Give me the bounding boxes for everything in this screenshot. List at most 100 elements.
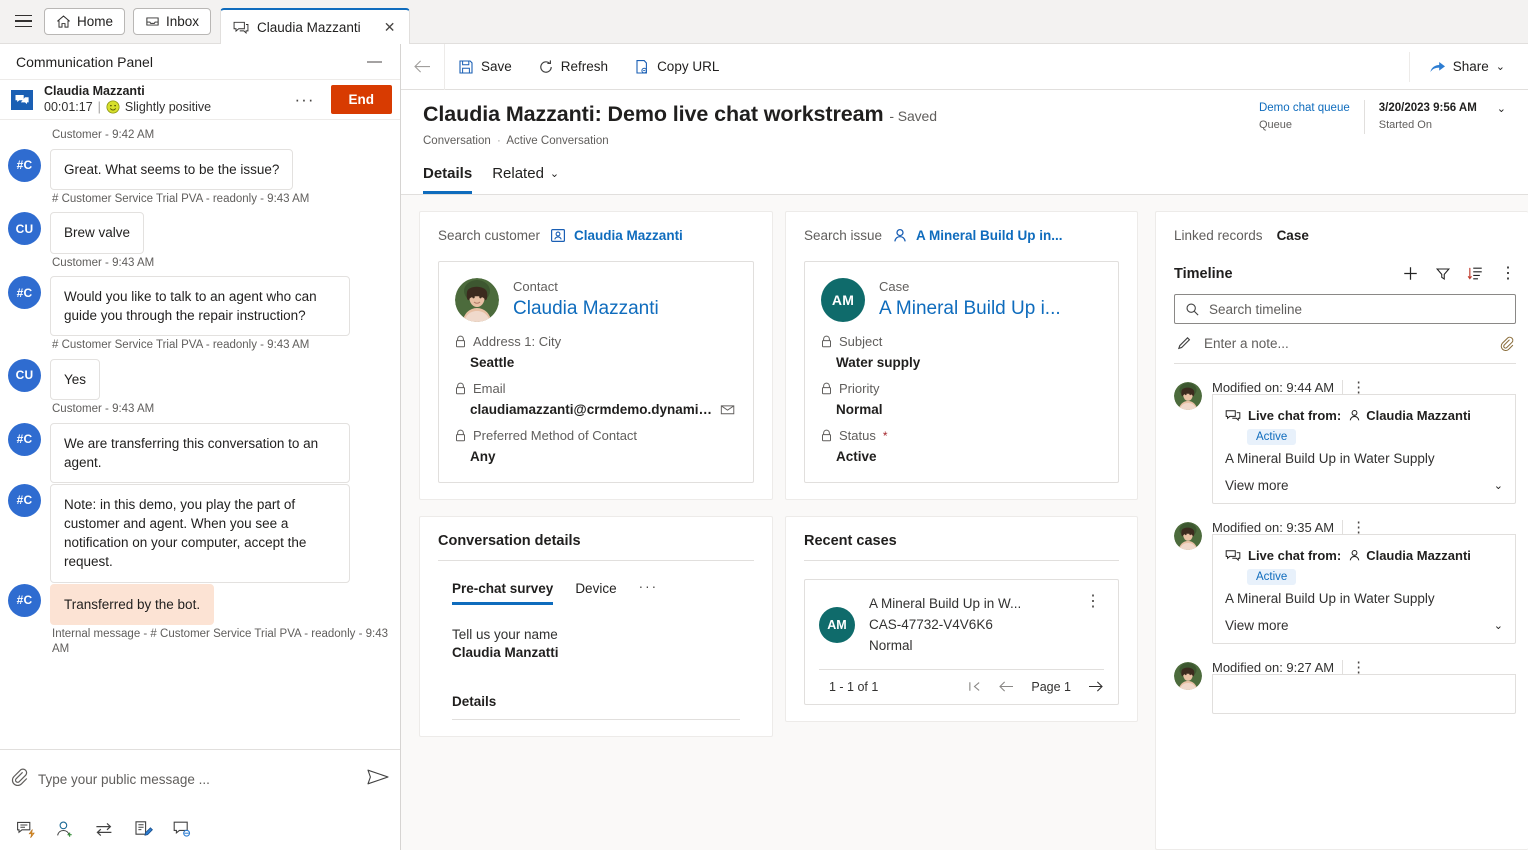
- timeline-header: Timeline ⋮: [1174, 265, 1516, 282]
- tab-pre-chat-survey[interactable]: Pre-chat survey: [452, 581, 554, 605]
- close-icon[interactable]: ✕: [379, 16, 401, 38]
- consult-icon[interactable]: [172, 820, 192, 838]
- message-bubble: Note: in this demo, you play the part of…: [50, 483, 350, 583]
- send-icon[interactable]: [366, 767, 390, 792]
- more-commands-icon[interactable]: ⋮: [1500, 265, 1516, 282]
- copy-url-label: Copy URL: [657, 59, 720, 74]
- field-label-text: Priority: [839, 381, 880, 396]
- field-status-label: Status *: [821, 428, 1102, 443]
- message-timestamp: Customer - 9:42 AM: [52, 129, 155, 142]
- hamburger-icon[interactable]: [6, 0, 40, 43]
- contact-name-link[interactable]: Claudia Mazzanti: [513, 297, 659, 321]
- field-preferred-contact-value: Any: [470, 449, 496, 464]
- person-icon: [1348, 549, 1361, 562]
- view-more-button[interactable]: View more ⌄: [1225, 478, 1503, 493]
- share-button[interactable]: Share ⌄: [1416, 44, 1518, 90]
- timeline-panel: Linked records Case Timeline ⋮ Search ti…: [1155, 211, 1528, 850]
- email-icon[interactable]: [720, 403, 737, 417]
- recent-case-priority: Normal: [869, 637, 913, 653]
- timeline-search[interactable]: [1174, 294, 1516, 324]
- save-button[interactable]: Save: [445, 44, 525, 90]
- copy-url-icon: [634, 59, 650, 75]
- timeline-note-row[interactable]: Enter a note...: [1174, 324, 1516, 364]
- field-priority: Priority Normal: [821, 381, 1102, 417]
- tab-inbox[interactable]: Inbox: [133, 8, 212, 35]
- search-customer-value[interactable]: Claudia Mazzanti: [550, 228, 683, 243]
- timeline-from-name: Claudia Mazzanti: [1366, 408, 1471, 423]
- sort-icon[interactable]: [1467, 265, 1484, 282]
- person-icon: [892, 228, 908, 243]
- tab-overflow-button[interactable]: ···: [639, 579, 659, 605]
- home-icon: [56, 14, 71, 29]
- search-issue-value[interactable]: A Mineral Build Up in...: [892, 228, 1063, 243]
- share-icon: [1429, 59, 1446, 74]
- add-agent-icon[interactable]: [55, 820, 75, 838]
- conversation-more-button[interactable]: ···: [289, 89, 321, 110]
- header-field-queue[interactable]: Demo chat queue Queue: [1245, 100, 1365, 134]
- lock-icon: [821, 335, 832, 348]
- timeline-entry[interactable]: Modified on: 9:35 AM ⋮ Live chat from: Clau…: [1174, 520, 1516, 644]
- header-expand-chevron-icon[interactable]: ⌄: [1491, 100, 1506, 115]
- tab-details[interactable]: Details: [423, 165, 473, 194]
- search-timeline-input[interactable]: [1209, 301, 1505, 317]
- chevron-down-icon[interactable]: ⌄: [550, 167, 559, 180]
- case-avatar: AM: [819, 607, 855, 644]
- tab-home[interactable]: Home: [44, 8, 126, 35]
- back-arrow-icon[interactable]: [401, 43, 445, 90]
- timeline-entry-header: Modified on: 9:44 AM ⋮: [1212, 380, 1516, 395]
- field-priority-value: Normal: [836, 402, 883, 417]
- chat-transcript[interactable]: Customer - 9:42 AM #C Great. What seems to…: [0, 120, 400, 749]
- tab-claudia-mazzanti[interactable]: Claudia Mazzanti ✕: [220, 8, 410, 44]
- notes-icon[interactable]: [133, 820, 153, 838]
- lock-icon: [821, 382, 832, 395]
- tab-related[interactable]: Related ⌄: [492, 165, 559, 194]
- chevron-down-icon[interactable]: ⌄: [1494, 619, 1503, 632]
- communication-panel-header: Communication Panel —: [0, 44, 400, 80]
- add-record-icon[interactable]: [1402, 265, 1419, 282]
- copy-url-button[interactable]: Copy URL: [621, 44, 732, 90]
- prev-page-icon[interactable]: [998, 680, 1015, 693]
- chat-icon: [233, 20, 249, 35]
- timeline-entry[interactable]: Modified on: 9:44 AM ⋮ Live chat from: Clau…: [1174, 380, 1516, 504]
- chevron-down-icon[interactable]: ⌄: [1494, 479, 1503, 492]
- timeline-modified-on: Modified on: 9:35 AM: [1212, 520, 1344, 535]
- header-field-started-on-label: Started On: [1378, 119, 1432, 132]
- linked-records-value[interactable]: Case: [1277, 228, 1309, 243]
- first-page-icon[interactable]: [967, 680, 982, 693]
- next-page-icon[interactable]: [1087, 680, 1104, 693]
- avatar: [1174, 662, 1202, 690]
- paperclip-icon[interactable]: [1499, 335, 1514, 352]
- conversation-sentiment-label: Slightly positive: [124, 99, 212, 114]
- minimize-icon[interactable]: —: [363, 53, 386, 70]
- case-avatar: AM: [821, 278, 865, 322]
- refresh-icon: [538, 59, 554, 75]
- avatar: #C: [8, 483, 41, 517]
- end-conversation-button[interactable]: End: [330, 85, 392, 115]
- chevron-down-icon[interactable]: ⌄: [1496, 60, 1505, 73]
- timeline-entry[interactable]: Modified on: 9:27 AM ⋮: [1174, 660, 1516, 714]
- timeline-entry-body: Modified on: 9:27 AM ⋮: [1212, 660, 1516, 714]
- message-input[interactable]: [38, 771, 356, 787]
- tab-active-label: Claudia Mazzanti: [257, 19, 361, 35]
- more-commands-icon[interactable]: ⋮: [1082, 594, 1104, 610]
- field-preferred-contact-label: Preferred Method of Contact: [455, 428, 737, 443]
- more-commands-icon[interactable]: ⋮: [1343, 380, 1374, 395]
- refresh-button[interactable]: Refresh: [525, 44, 621, 90]
- transfer-icon[interactable]: [94, 820, 114, 838]
- recent-case-info: A Mineral Build Up in W... CAS-47732-V4V…: [869, 594, 1068, 657]
- tab-device[interactable]: Device: [575, 581, 616, 605]
- field-label-text: Status: [839, 428, 876, 443]
- more-commands-icon[interactable]: ⋮: [1343, 520, 1374, 535]
- tab-details-label: Details: [423, 165, 473, 182]
- list-item[interactable]: AM A Mineral Build Up in W... CAS-47732-…: [819, 594, 1104, 657]
- field-label-text: Email: [473, 381, 506, 396]
- conversation-customer-name: Claudia Mazzanti: [44, 84, 145, 98]
- avatar: #C: [8, 583, 41, 617]
- case-title-link[interactable]: A Mineral Build Up i...: [879, 297, 1061, 321]
- quick-reply-icon[interactable]: [16, 820, 36, 838]
- view-more-button[interactable]: View more ⌄: [1225, 618, 1503, 633]
- message-bubble: Transferred by the bot.: [50, 583, 215, 625]
- filter-icon[interactable]: [1435, 266, 1451, 282]
- more-commands-icon[interactable]: ⋮: [1343, 660, 1374, 675]
- paperclip-icon[interactable]: [10, 767, 28, 792]
